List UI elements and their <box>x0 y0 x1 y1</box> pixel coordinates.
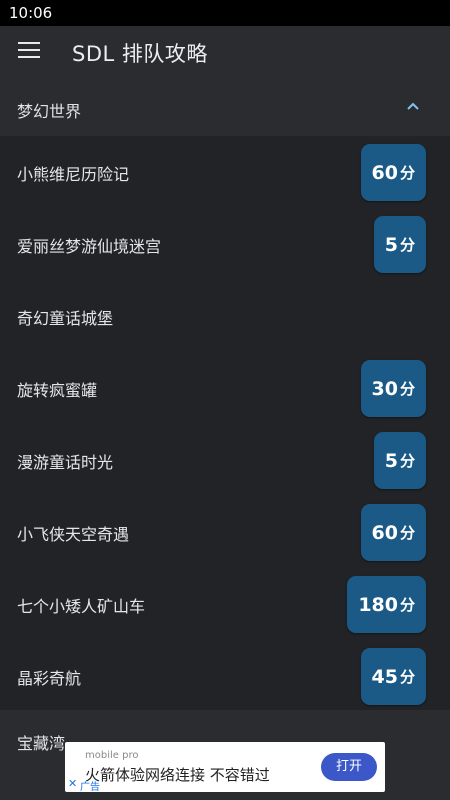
app-bar: SDL 排队攻略 <box>0 26 450 80</box>
ride-name: 七个小矮人矿山车 <box>17 597 146 616</box>
wait-time-value: 5 <box>384 449 398 472</box>
wait-time-unit: 分 <box>399 380 415 398</box>
ride-name: 小飞侠天空奇遇 <box>17 525 130 544</box>
wait-time-value: 5 <box>384 233 398 256</box>
ride-list: 小熊维尼历险记 60 分爱丽丝梦游仙境迷宫 5 分奇幻童话城堡 旋转疯蜜罐 30 分漫游童话时… <box>0 136 450 710</box>
wait-time-badge: 5分 <box>373 432 426 489</box>
wait-time-badge: 45 分 <box>360 648 426 705</box>
list-item[interactable]: 晶彩奇航 45 分 <box>0 640 450 712</box>
wait-time-badge: 60 分 <box>360 144 426 201</box>
ad-banner[interactable]: mobile pro 火箭体验网络连接 不容错过 打开 ✕ 广告 <box>65 742 385 793</box>
wait-time-badge: 30 分 <box>360 360 426 417</box>
ride-name: 旋转疯蜜罐 <box>17 381 98 400</box>
wait-time-badge: 5分 <box>373 216 426 273</box>
wait-time-badge: 180 分 <box>347 576 426 633</box>
wait-time-badge: 60 分 <box>360 504 426 561</box>
wait-time-unit: 分 <box>399 596 415 614</box>
wait-time-value: 60 <box>371 161 398 184</box>
wait-time-unit: 分 <box>399 524 415 542</box>
wait-time-value: 45 <box>371 665 398 688</box>
wait-time-unit: 分 <box>399 452 415 470</box>
wait-time-unit: 分 <box>399 668 415 686</box>
ad-close-icon[interactable]: ✕ <box>68 777 77 790</box>
status-bar: 10:06 <box>0 0 450 26</box>
wait-time-value: 180 <box>358 593 398 616</box>
section-title: 梦幻世界 <box>17 102 82 121</box>
ad-source: mobile pro <box>85 750 139 761</box>
list-item[interactable]: 七个小矮人矿山车 180 分 <box>0 568 450 640</box>
app-title: SDL 排队攻略 <box>72 42 208 66</box>
list-item[interactable]: 爱丽丝梦游仙境迷宫 5 分 <box>0 208 450 280</box>
chevron-up-icon[interactable] <box>406 101 420 111</box>
wait-time-unit: 分 <box>399 164 415 182</box>
section-header-fantasyland[interactable]: 梦幻世界 <box>0 80 450 136</box>
status-time: 10:06 <box>9 4 53 22</box>
wait-time-unit: 分 <box>399 236 415 254</box>
list-item[interactable]: 小熊维尼历险记 60 分 <box>0 136 450 208</box>
ride-name: 晶彩奇航 <box>17 669 82 688</box>
ad-text: 火箭体验网络连接 不容错过 <box>85 766 270 784</box>
list-item[interactable]: 奇幻童话城堡 <box>0 280 450 352</box>
ride-name: 爱丽丝梦游仙境迷宫 <box>17 237 162 256</box>
ride-name: 漫游童话时光 <box>17 453 114 472</box>
wait-time-value: 30 <box>371 377 398 400</box>
ride-name: 奇幻童话城堡 <box>17 309 114 328</box>
list-item[interactable]: 小飞侠天空奇遇 60 分 <box>0 496 450 568</box>
list-item[interactable]: 旋转疯蜜罐 30 分 <box>0 352 450 424</box>
ad-label: 广告 <box>80 782 100 793</box>
wait-time-value: 60 <box>371 521 398 544</box>
hamburger-menu-icon[interactable] <box>18 42 40 62</box>
list-item[interactable]: 漫游童话时光 5 分 <box>0 424 450 496</box>
ride-name: 小熊维尼历险记 <box>17 165 130 184</box>
ad-open-button[interactable]: 打开 <box>321 753 377 781</box>
next-section-title: 宝藏湾 <box>17 734 66 753</box>
